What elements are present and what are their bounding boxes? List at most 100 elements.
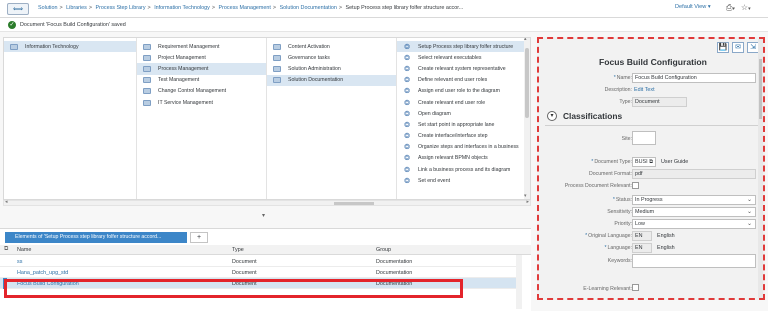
column-browser: Information Technology Requirement Manag… bbox=[3, 37, 531, 200]
tab-elements[interactable]: Elements of 'Setup Process step library … bbox=[5, 232, 187, 243]
column-item-assign-end-user-role-to-the-diagram[interactable]: ❂ Assign end user role to the diagram bbox=[397, 86, 530, 97]
add-tab-button[interactable]: + bbox=[190, 232, 208, 243]
column-item-information-technology[interactable]: Information Technology bbox=[4, 41, 136, 53]
process-relevant-checkbox[interactable] bbox=[632, 182, 639, 189]
panel-scrollbar[interactable] bbox=[758, 39, 763, 298]
column-header-group[interactable]: Group bbox=[376, 247, 391, 253]
document-type-label-text: Document Type: bbox=[594, 159, 632, 165]
column-item-label: Link a business process and its diagram bbox=[418, 166, 511, 173]
folder-icon bbox=[273, 43, 281, 50]
priority-select[interactable]: Low ⌄ bbox=[632, 219, 756, 229]
column-item-set-end-event[interactable]: ❂ Set end event bbox=[397, 175, 530, 186]
cell-name[interactable]: Hana_patch_upg_std bbox=[17, 270, 68, 276]
name-label: *Name: bbox=[539, 75, 632, 81]
scroll-up-icon[interactable]: ▴ bbox=[524, 38, 527, 42]
column-item-label: Solution Administration bbox=[288, 65, 341, 72]
status-label: *Status: bbox=[539, 197, 632, 203]
column-item-set-start-point-in-appropriate-lane[interactable]: ❂ Set start point in appropriate lane bbox=[397, 119, 530, 130]
sensitivity-select[interactable]: Medium ⌄ bbox=[632, 207, 756, 217]
site-field[interactable] bbox=[632, 131, 656, 145]
column-item-define-relevant-end-user-roles[interactable]: ❂ Define relevant end user roles bbox=[397, 75, 530, 86]
value-help-icon[interactable]: ⧉ bbox=[649, 159, 653, 165]
mail-icon[interactable]: ✉ bbox=[732, 42, 744, 53]
column-item-select-relevant-executables[interactable]: ❂ Select relevant executables bbox=[397, 52, 530, 63]
column-item-create-relevant-system-representative[interactable]: ❂ Create relevant system representative bbox=[397, 63, 530, 74]
process-step-icon: ❂ bbox=[404, 54, 410, 62]
column-item-label: Create relevant end user role bbox=[418, 99, 486, 106]
column-item-solution-administration[interactable]: Solution Administration bbox=[267, 63, 396, 74]
column-header-type[interactable]: Type bbox=[232, 247, 244, 253]
process-step-icon: ❂ bbox=[404, 43, 410, 51]
column-4-scrollbar[interactable]: ▴ ▾ bbox=[524, 38, 530, 199]
table-row[interactable]: Hana_patch_upg_std Document Documentation bbox=[0, 267, 516, 278]
elements-section: Elements of 'Setup Process step library … bbox=[0, 228, 531, 311]
name-field[interactable]: Focus Build Configuration bbox=[632, 73, 756, 83]
column-item-process-management[interactable]: Process Management bbox=[137, 63, 266, 75]
breadcrumb-separator: > bbox=[88, 5, 92, 11]
folder-icon bbox=[273, 54, 281, 61]
print-icon[interactable]: ⎙▾ bbox=[726, 3, 735, 13]
column-item-label: Project Management bbox=[158, 54, 206, 61]
horizontal-scrollbar[interactable]: ◂ ▸ bbox=[3, 199, 531, 206]
column-item-assign-relevant-bpmn-objects[interactable]: ❂ Assign relevant BPMN objects bbox=[397, 153, 530, 164]
chevron-down-icon: ▾ bbox=[707, 4, 711, 10]
breadcrumb-libraries[interactable]: Libraries bbox=[66, 5, 87, 11]
message-strip: ✓ Document 'Focus Build Configuration' s… bbox=[0, 18, 768, 32]
column-item-create-interface-interface-step[interactable]: ❂ Create interface/interface step bbox=[397, 131, 530, 142]
original-language-code[interactable]: EN bbox=[632, 231, 652, 241]
column-item-link-a-business-process-and-its-diagram[interactable]: ❂ Link a business process and its diagram bbox=[397, 164, 530, 175]
column-item-governance-tasks[interactable]: Governance tasks bbox=[267, 52, 396, 63]
scrollbar-thumb[interactable] bbox=[525, 48, 529, 118]
scrollbar-thumb[interactable] bbox=[759, 59, 762, 119]
column-item-project-management[interactable]: Project Management bbox=[137, 52, 266, 63]
scroll-right-icon[interactable]: ▸ bbox=[526, 199, 529, 205]
classifications-section[interactable]: ▾ Classifications bbox=[547, 111, 622, 121]
table-scrollbar[interactable] bbox=[516, 255, 522, 309]
success-check-icon: ✓ bbox=[8, 21, 16, 29]
column-item-change-control-management[interactable]: Change Control Management bbox=[137, 86, 266, 97]
collapse-icon[interactable]: ▾ bbox=[547, 111, 557, 121]
column-item-solution-documentation[interactable]: Solution Documentation bbox=[267, 74, 396, 86]
folder-icon bbox=[143, 43, 151, 50]
breadcrumb-information-technology[interactable]: Information Technology bbox=[154, 5, 210, 11]
language-code[interactable]: EN bbox=[632, 243, 652, 253]
folder-icon bbox=[273, 65, 281, 72]
table-row[interactable]: ss Document Documentation bbox=[0, 256, 516, 267]
keywords-field[interactable] bbox=[632, 254, 756, 268]
table-settings-icon[interactable]: ⧉ bbox=[4, 246, 8, 253]
column-item-label: IT Service Management bbox=[158, 99, 213, 106]
status-select[interactable]: In Progress ⌄ bbox=[632, 195, 756, 205]
cell-name[interactable]: ss bbox=[17, 259, 22, 265]
folder-icon bbox=[273, 77, 281, 84]
breadcrumb-solution[interactable]: Solution bbox=[38, 5, 57, 11]
column-item-requirement-management[interactable]: Requirement Management bbox=[137, 41, 266, 52]
back-icon[interactable]: ⟺ bbox=[7, 3, 29, 15]
breadcrumb-process-step-library[interactable]: Process Step Library bbox=[95, 5, 145, 11]
process-relevant-label: Process Document Relevant: bbox=[564, 183, 632, 189]
column-header-name[interactable]: Name bbox=[17, 247, 31, 253]
column-item-create-relevant-end-user-role[interactable]: ❂ Create relevant end user role bbox=[397, 97, 530, 108]
breadcrumb-process-management[interactable]: Process Management bbox=[218, 5, 270, 11]
splitter-handle[interactable]: ▾ bbox=[262, 212, 265, 219]
default-view-label: Default View bbox=[675, 4, 707, 10]
save-icon[interactable]: 💾 bbox=[717, 42, 729, 53]
column-item-test-management[interactable]: Test Management bbox=[137, 75, 266, 86]
column-3: Content Activation Governance tasks Soluti… bbox=[267, 38, 397, 199]
edit-text-link[interactable]: Edit Text bbox=[634, 87, 655, 93]
elearning-checkbox[interactable] bbox=[632, 284, 639, 291]
panel-toolbar: 💾 ✉ ⇲ bbox=[717, 42, 759, 53]
column-item-open-diagram[interactable]: ❂ Open diagram bbox=[397, 108, 530, 119]
scrollbar-thumb[interactable] bbox=[334, 202, 374, 205]
column-item-organize-steps-and-interfaces-in-a-business[interactable]: ❂ Organize steps and interfaces in a busi… bbox=[397, 142, 530, 153]
column-item-content-activation[interactable]: Content Activation bbox=[267, 41, 396, 52]
default-view-dropdown[interactable]: Default View ▾ bbox=[675, 4, 711, 10]
status-label-text: Status: bbox=[615, 197, 632, 203]
column-item-setup-process-step-library-folfer-structure[interactable]: ❂ Setup Process step library folfer struc… bbox=[397, 41, 530, 53]
scroll-left-icon[interactable]: ◂ bbox=[5, 199, 8, 205]
breadcrumb-solution-documentation[interactable]: Solution Documentation bbox=[280, 5, 337, 11]
favorite-icon[interactable]: ☆▾ bbox=[741, 3, 751, 13]
document-type-code[interactable]: BUSI ⧉ bbox=[632, 157, 656, 167]
panel-title: Focus Build Configuration bbox=[599, 57, 707, 67]
column-item-it-service-management[interactable]: IT Service Management bbox=[137, 97, 266, 108]
breadcrumb-separator: > bbox=[59, 5, 63, 11]
